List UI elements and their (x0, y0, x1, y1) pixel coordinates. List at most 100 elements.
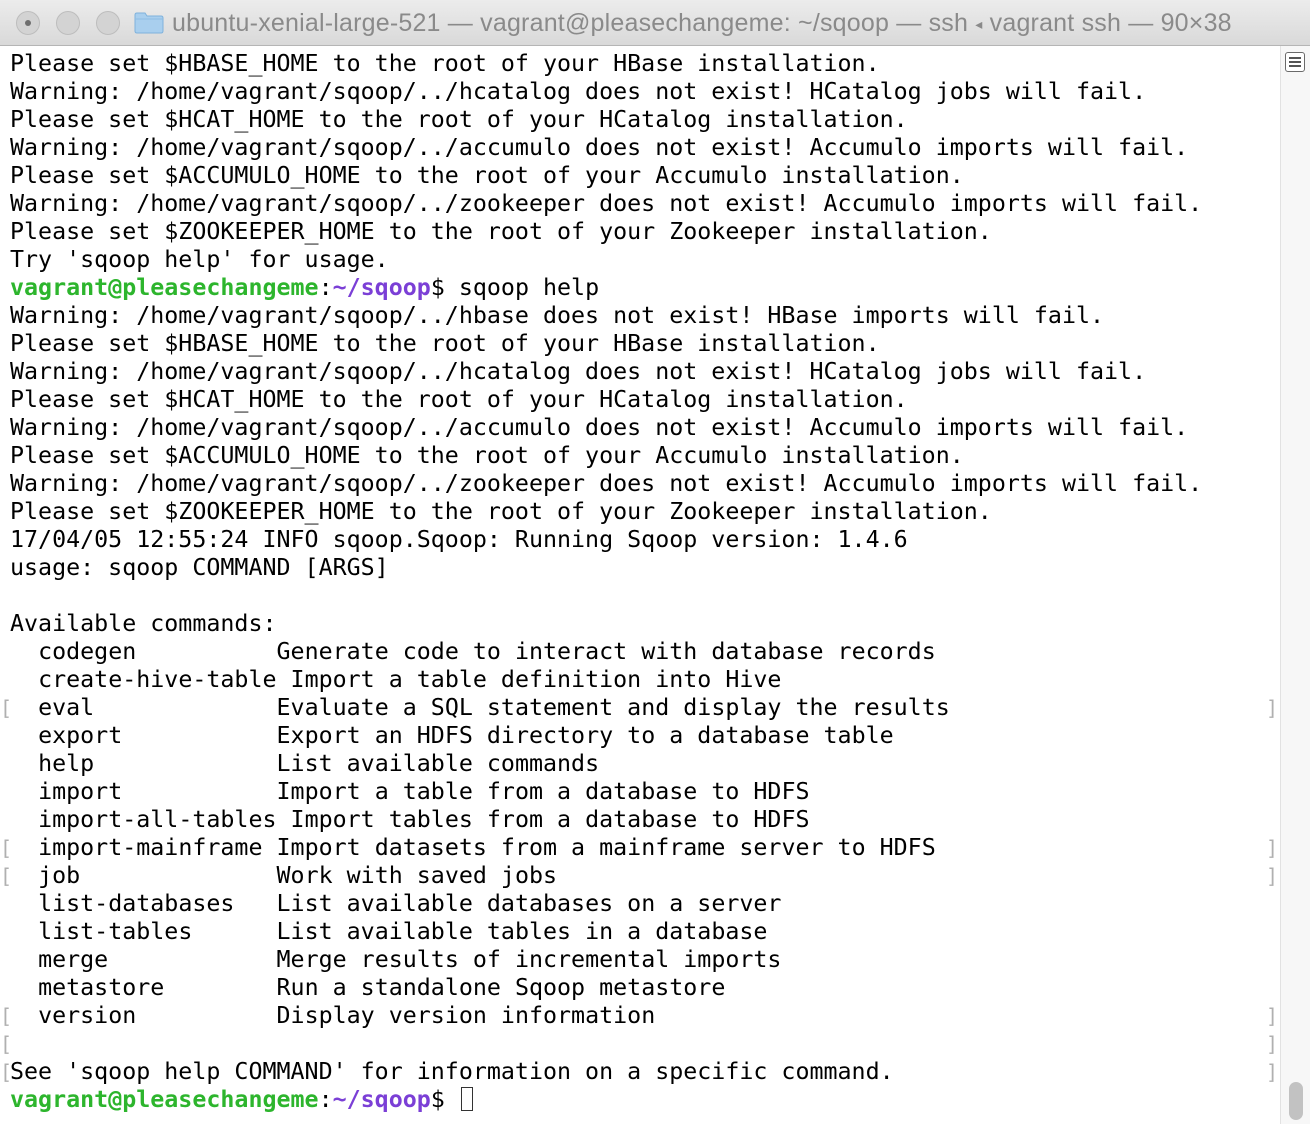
close-window-button[interactable] (16, 11, 40, 35)
prompt-path: ~/sqoop (332, 274, 431, 301)
window-title-area: ubuntu-xenial-large-521 — vagrant@please… (134, 0, 1232, 46)
command-name: import-mainframe (38, 834, 263, 861)
command-name: codegen (38, 638, 137, 665)
command-row: eval Evaluate a SQL statement and displa… (10, 694, 1202, 722)
minimize-window-button[interactable] (56, 11, 80, 35)
title-arrow-icon: ◂ (975, 15, 983, 32)
command-description: List available databases on a server (276, 890, 782, 917)
terminal-line: Warning: /home/vagrant/sqoop/../hcatalog… (10, 78, 1147, 105)
command-description: Display version information (276, 1002, 656, 1029)
terminal-line: Please set $HBASE_HOME to the root of yo… (10, 330, 880, 357)
prompt-dollar: $ (430, 1086, 445, 1113)
terminal-line: Warning: /home/vagrant/sqoop/../zookeepe… (10, 190, 1203, 217)
line-mark-right: ] (1266, 836, 1279, 860)
terminal-line: Warning: /home/vagrant/sqoop/../hcatalog… (10, 358, 1147, 385)
command-name: list-databases (38, 890, 235, 917)
prompt-colon: : (318, 274, 333, 301)
text-cursor[interactable] (460, 1087, 473, 1111)
terminal-line: Warning: /home/vagrant/sqoop/../accumulo… (10, 414, 1189, 441)
line-mark-left: [ (0, 1004, 13, 1028)
command-name: import-all-tables (38, 806, 277, 833)
prompt-path: ~/sqoop (332, 1086, 431, 1113)
terminal-line: Please set $HCAT_HOME to the root of you… (10, 106, 908, 133)
command-name: list-tables (38, 918, 193, 945)
line-mark-right: ] (1266, 864, 1279, 888)
command-row: import-mainframe Import datasets from a … (10, 834, 1202, 862)
command-description: Import tables from a database to HDFS (290, 806, 810, 833)
zoom-window-button[interactable] (96, 11, 120, 35)
scrollbar-thumb[interactable] (1289, 1082, 1303, 1120)
folder-icon (134, 12, 164, 34)
terminal-line: usage: sqoop COMMAND [ARGS] (10, 554, 389, 581)
typed-command: sqoop help (444, 274, 600, 301)
command-description: Run a standalone Sqoop metastore (276, 974, 726, 1001)
command-row: codegen Generate code to interact with d… (10, 638, 1202, 666)
window-title-main: ubuntu-xenial-large-521 — vagrant@please… (172, 8, 969, 37)
terminal-lines: Please set $HBASE_HOME to the root of yo… (10, 50, 1202, 1114)
command-row: import Import a table from a database to… (10, 778, 1202, 806)
terminal-line: Try 'sqoop help' for usage. (10, 246, 389, 273)
line-mark-right: ] (1266, 1004, 1279, 1028)
command-name: version (38, 1002, 137, 1029)
command-description: List available commands (276, 750, 600, 777)
command-row: merge Merge results of incremental impor… (10, 946, 1202, 974)
shell-prompt: vagrant@pleasechangeme:~/sqoop$ sqoop he… (10, 274, 1202, 302)
command-name: merge (38, 946, 109, 973)
command-description: Import datasets from a mainframe server … (276, 834, 936, 861)
command-row: export Export an HDFS directory to a dat… (10, 722, 1202, 750)
command-row: create-hive-table Import a table definit… (10, 666, 1202, 694)
terminal-line: Please set $HCAT_HOME to the root of you… (10, 386, 908, 413)
prompt-user-host: vagrant@pleasechangeme (10, 1086, 319, 1113)
command-row: list-databases List available databases … (10, 890, 1202, 918)
command-name: import (38, 778, 123, 805)
terminal-line: Warning: /home/vagrant/sqoop/../accumulo… (10, 134, 1189, 161)
title-bar[interactable]: ubuntu-xenial-large-521 — vagrant@please… (0, 0, 1310, 46)
line-mark-left: [ (0, 696, 13, 720)
terminal-line: Please set $HBASE_HOME to the root of yo… (10, 50, 880, 77)
terminal-line: Please set $ACCUMULO_HOME to the root of… (10, 162, 964, 189)
command-name: job (38, 862, 81, 889)
window-title: ubuntu-xenial-large-521 — vagrant@please… (172, 9, 1232, 38)
line-mark-left: [ (0, 836, 13, 860)
line-mark-left: [ (0, 1060, 13, 1084)
terminal-line: Please set $ZOOKEEPER_HOME to the root o… (10, 218, 992, 245)
command-name: metastore (38, 974, 165, 1001)
command-description: Import a table definition into Hive (290, 666, 782, 693)
prompt-colon: : (318, 1086, 333, 1113)
prompt-dollar: $ (430, 274, 445, 301)
prompt-user-host: vagrant@pleasechangeme (10, 274, 319, 301)
command-row: job Work with saved jobs (10, 862, 1202, 890)
command-row: import-all-tables Import tables from a d… (10, 806, 1202, 834)
terminal-line: Please set $ZOOKEEPER_HOME to the root o… (10, 498, 992, 525)
window-title-suffix: vagrant ssh — 90×38 (989, 8, 1232, 37)
line-mark-right: ] (1266, 1060, 1279, 1084)
command-row: metastore Run a standalone Sqoop metasto… (10, 974, 1202, 1002)
command-description: Generate code to interact with database … (276, 638, 936, 665)
command-name: help (38, 750, 95, 777)
terminal-line: Warning: /home/vagrant/sqoop/../zookeepe… (10, 470, 1203, 497)
terminal-output[interactable]: Please set $HBASE_HOME to the root of yo… (0, 46, 1280, 1124)
line-mark-right: ] (1266, 1032, 1279, 1056)
command-description: Export an HDFS directory to a database t… (276, 722, 894, 749)
terminal-line: Warning: /home/vagrant/sqoop/../hbase do… (10, 302, 1105, 329)
command-name: create-hive-table (38, 666, 277, 693)
terminal-line: See 'sqoop help COMMAND' for information… (10, 1058, 894, 1085)
command-name: eval (38, 694, 95, 721)
shell-prompt: vagrant@pleasechangeme:~/sqoop$ (10, 1086, 1202, 1114)
split-pane-icon[interactable] (1285, 52, 1305, 72)
terminal-window: ubuntu-xenial-large-521 — vagrant@please… (0, 0, 1310, 1124)
line-mark-left: [ (0, 1032, 13, 1056)
command-description: Import a table from a database to HDFS (276, 778, 810, 805)
terminal-line: Please set $ACCUMULO_HOME to the root of… (10, 442, 964, 469)
command-row: help List available commands (10, 750, 1202, 778)
terminal-line: ​ (10, 582, 1202, 610)
command-description: List available tables in a database (276, 918, 768, 945)
terminal-line: Available commands: (10, 610, 277, 637)
command-row: version Display version information (10, 1002, 1202, 1030)
command-description: Work with saved jobs (276, 862, 558, 889)
command-description: Evaluate a SQL statement and display the… (276, 694, 950, 721)
vertical-scrollbar[interactable] (1280, 46, 1310, 1124)
command-row: list-tables List available tables in a d… (10, 918, 1202, 946)
command-name: export (38, 722, 123, 749)
terminal-line: 17/04/05 12:55:24 INFO sqoop.Sqoop: Runn… (10, 526, 908, 553)
